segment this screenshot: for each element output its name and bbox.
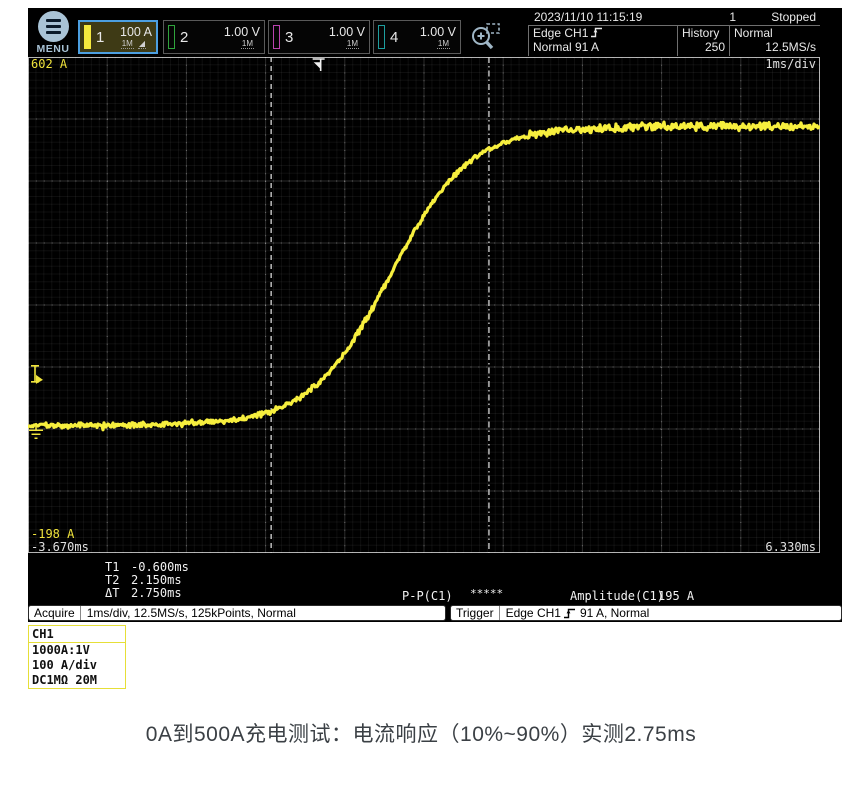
trigger-settings-pre: Edge CH1	[506, 606, 561, 620]
channel-1-scale: 100 A	[120, 26, 152, 39]
menu-button-label: MENU	[30, 43, 76, 55]
pp-measure-value: *****	[470, 587, 503, 600]
channel-2-number: 2	[180, 30, 188, 45]
channel-4-scale: 1.00 V	[420, 26, 456, 39]
vertical-scale: 100 A/div	[29, 658, 125, 673]
trigger-label: Trigger	[451, 606, 500, 620]
channel-1-button[interactable]: 1 100 A 1M ◢	[78, 20, 158, 54]
trigger-type: Edge CH1	[533, 26, 588, 40]
amplitude-measure-label: Amplitude(C1)	[570, 589, 664, 603]
hamburger-menu-icon	[38, 11, 69, 42]
channel-2-scale: 1.00 V	[224, 26, 260, 39]
scope-header: MENU 1 100 A 1M ◢ 2 1.00 V	[28, 8, 842, 57]
acquisition-count: 1	[680, 10, 736, 25]
channel-3-number: 3	[285, 30, 293, 45]
trigger-settings-post: 91 A, Normal	[580, 606, 649, 620]
history-label: History	[682, 26, 725, 40]
zoom-search-button[interactable]	[465, 22, 505, 52]
screenshot-root: MENU 1 100 A 1M ◢ 2 1.00 V	[0, 0, 842, 788]
impedance-1M-icon: 1M	[241, 40, 254, 49]
coupling-bandwidth: DC1MΩ 20M	[29, 673, 125, 688]
cursor-delta-t-readout: ΔT2.750ms	[105, 586, 182, 600]
rising-edge-icon	[563, 608, 576, 619]
history-box[interactable]: History 250	[678, 26, 730, 56]
channel-4-button[interactable]: 4 1.00 V 1M	[373, 20, 461, 54]
run-state-indicator: Stopped	[736, 10, 820, 25]
menu-button[interactable]: MENU	[30, 10, 76, 56]
trigger-settings-box[interactable]: Edge CH1 Normal 91 A	[528, 26, 678, 56]
impedance-1M-icon: 1M	[437, 40, 450, 49]
acquisition-mode: Normal	[734, 26, 816, 40]
datetime-display: 2023/11/10 11:15:19	[528, 10, 680, 25]
history-value: 250	[682, 40, 725, 54]
channel-2-color-bar	[168, 25, 175, 49]
channel-info-popup[interactable]: CH1 1000A:1V 100 A/div DC1MΩ 20M	[28, 625, 126, 689]
pp-measure-label: P-P(C1)	[402, 589, 453, 603]
axis-top-amp-label: 602 A	[31, 58, 67, 70]
bottom-status-bar: Acquire 1ms/div, 12.5MS/s, 125kPoints, N…	[28, 605, 842, 622]
channel-2-button[interactable]: 2 1.00 V 1M	[163, 20, 265, 54]
axis-right-time-label: 6.330ms	[765, 541, 816, 553]
channel-3-button[interactable]: 3 1.00 V 1M	[268, 20, 370, 54]
rising-edge-icon	[590, 27, 603, 38]
acquisition-info-panel: 2023/11/10 11:15:19 1 Stopped Edge CH1 N…	[528, 10, 820, 56]
axis-bottom-amp-label: -198 A	[31, 528, 74, 540]
zoom-search-icon	[465, 22, 505, 52]
cursor-t1-readout: T1-0.600ms	[105, 560, 189, 574]
acquire-label: Acquire	[29, 606, 81, 620]
amplitude-measure-value: 195 A	[658, 589, 694, 603]
channel-3-scale: 1.00 V	[329, 26, 365, 39]
impedance-1M-icon: 1M	[346, 40, 359, 49]
trigger-status-box[interactable]: Trigger Edge CH1 91 A, Normal	[450, 605, 842, 621]
probe-ratio: 1000A:1V	[29, 643, 125, 658]
channel-1-color-bar	[84, 25, 91, 49]
acquire-settings: 1ms/div, 12.5MS/s, 125kPoints, Normal	[81, 606, 302, 620]
measurement-readouts: T1-0.600ms T22.150ms ΔT2.750ms P-P(C1) *…	[28, 558, 842, 605]
figure-caption: 0A到500A充电测试：电流响应（10%~90%）实测2.75ms	[0, 718, 842, 748]
probe-attenuation-icon: ◢	[138, 40, 146, 49]
impedance-1M-icon: 1M	[121, 40, 134, 49]
channel-info-title: CH1	[29, 626, 125, 643]
acquire-status-box[interactable]: Acquire 1ms/div, 12.5MS/s, 125kPoints, N…	[28, 605, 446, 621]
channel-4-number: 4	[390, 30, 398, 45]
timebase-label: 1ms/div	[765, 58, 816, 70]
graticule-area: 602 A 1ms/div -198 A -3.670ms 6.330ms	[28, 57, 820, 553]
oscilloscope-screen: MENU 1 100 A 1M ◢ 2 1.00 V	[28, 8, 842, 622]
grid-lines	[28, 57, 820, 553]
channel-4-color-bar	[378, 25, 385, 49]
waveform-plot	[28, 57, 820, 553]
trigger-mode-level: Normal 91 A	[533, 40, 673, 54]
sample-rate: 12.5MS/s	[734, 40, 816, 54]
acquisition-mode-box[interactable]: Normal 12.5MS/s	[730, 26, 820, 56]
channel-3-color-bar	[273, 25, 280, 49]
cursor-t2-readout: T22.150ms	[105, 573, 182, 587]
channel-1-number: 1	[96, 30, 104, 45]
axis-left-time-label: -3.670ms	[31, 541, 89, 553]
